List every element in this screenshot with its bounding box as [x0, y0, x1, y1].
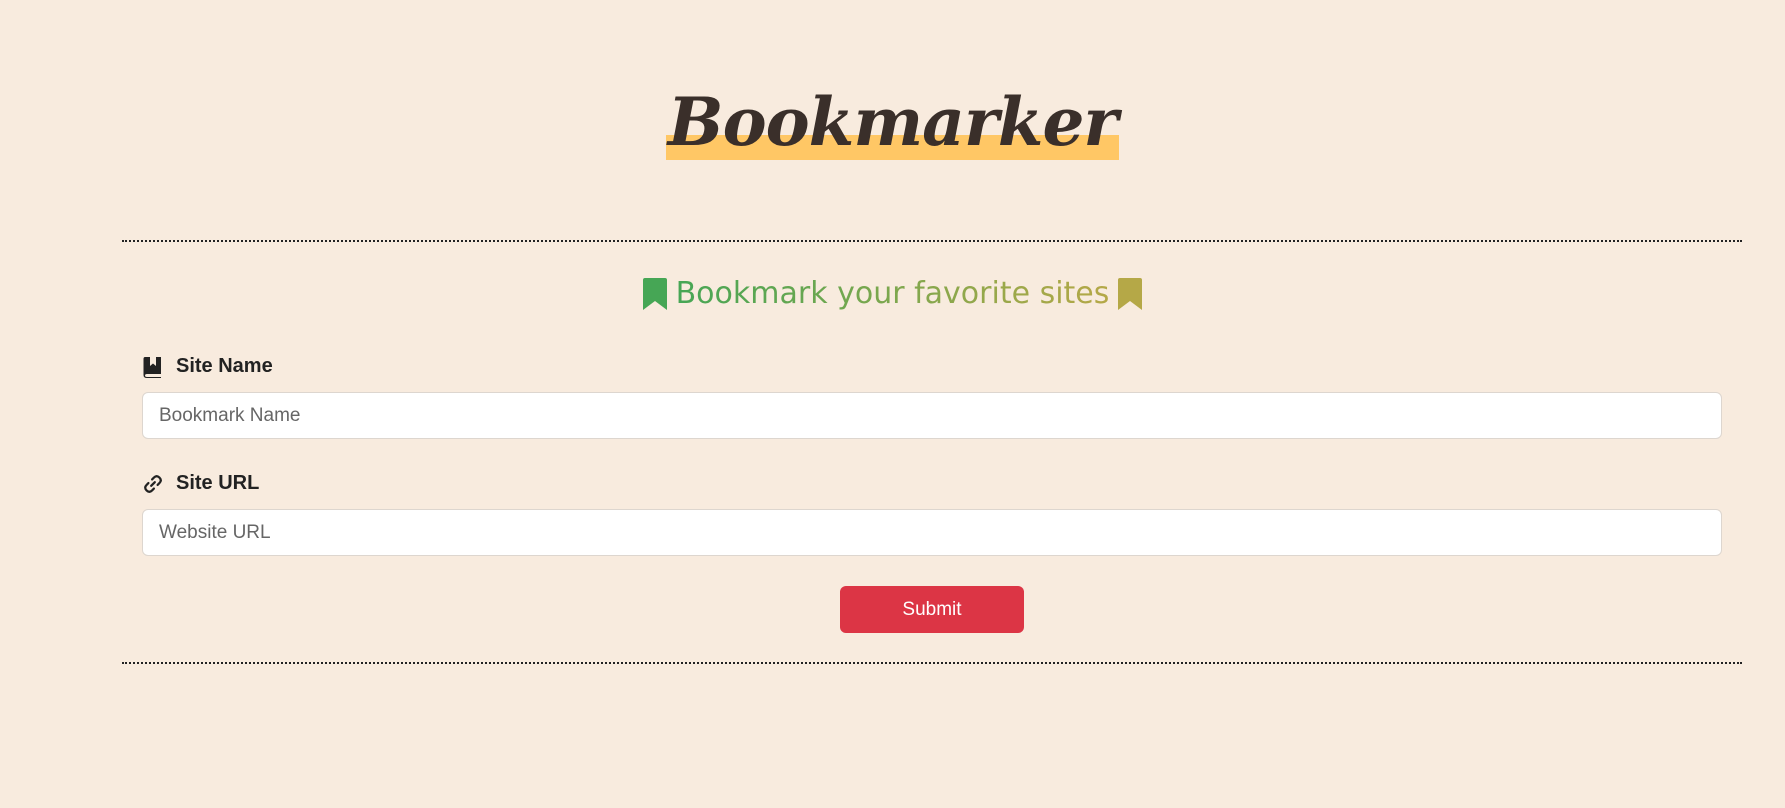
site-name-label: Site Name	[142, 355, 273, 378]
tagline-text: Bookmark your favorite sites	[676, 274, 1110, 314]
bookmarker-page: Bookmarker Bookmark your favorite sites …	[0, 0, 1785, 808]
submit-button[interactable]: Submit	[840, 586, 1024, 633]
bottom-divider	[122, 662, 1742, 664]
site-url-label-text: Site URL	[176, 472, 260, 494]
header: Bookmarker	[0, 82, 1785, 162]
book-bookmark-icon	[142, 356, 164, 378]
site-url-input[interactable]	[142, 509, 1722, 556]
bookmark-icon	[642, 278, 668, 310]
tagline: Bookmark your favorite sites	[0, 274, 1785, 314]
link-icon	[142, 473, 164, 495]
site-url-label: Site URL	[142, 472, 259, 495]
site-name-input[interactable]	[142, 392, 1722, 439]
app-title: Bookmarker	[665, 82, 1120, 162]
top-divider	[122, 240, 1742, 242]
bookmark-icon	[1117, 278, 1143, 310]
site-name-label-text: Site Name	[176, 355, 273, 377]
